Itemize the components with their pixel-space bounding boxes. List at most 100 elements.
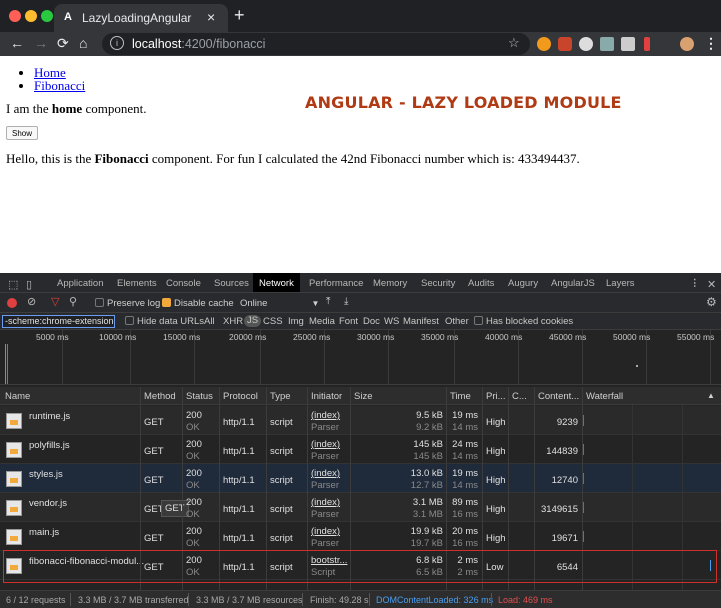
column-header-method[interactable]: Method [144,391,176,402]
home-icon[interactable]: ⌂ [79,35,87,51]
filter-type-font[interactable]: Font [339,316,358,327]
more-menu-icon[interactable]: ⋮ [704,35,718,51]
column-header-priority[interactable]: Pri... [486,391,506,402]
extension-icon[interactable] [579,37,593,51]
request-row[interactable]: runtime.js GET 200 OK http/1.1 script (index) P… [0,406,721,435]
minimize-window-icon[interactable] [25,10,37,22]
site-info-icon[interactable]: i [110,36,124,50]
request-row[interactable]: main.js GET 200 OK http/1.1 script (index) Pars… [0,522,721,551]
address-bar[interactable]: i localhost:4200/fibonacci ☆ [102,33,530,55]
preserve-log-checkbox[interactable]: Preserve log [95,298,160,309]
sort-arrow-icon[interactable]: ▲ [707,391,715,400]
tab-audits[interactable]: Audits [468,278,494,289]
request-name[interactable]: runtime.js [29,411,70,422]
filter-type-js[interactable]: JS [244,315,262,327]
tab-network[interactable]: Network [253,273,300,292]
tab-security[interactable]: Security [421,278,455,289]
request-content-length: 9239 [556,417,578,428]
device-toolbar-icon[interactable]: ▯ [26,278,32,291]
request-row[interactable]: polyfills.js GET 200 OK http/1.1 script (index… [0,435,721,464]
tab-console[interactable]: Console [166,278,201,289]
browser-tab[interactable]: A LazyLoadingAngular × [54,4,228,32]
column-header-status[interactable]: Status [186,391,213,402]
request-row[interactable]: vendor.js GET GET 200 OK http/1.1 script (index… [0,493,721,522]
filter-type-css[interactable]: CSS [263,316,283,327]
column-header-type[interactable]: Type [270,391,291,402]
filter-type-doc[interactable]: Doc [363,316,380,327]
fibonacci-link[interactable]: Fibonacci [34,78,85,93]
filter-type-manifest[interactable]: Manifest [403,316,439,327]
request-priority: High [486,417,506,428]
new-tab-icon[interactable]: + [234,5,245,26]
record-icon[interactable] [7,298,17,308]
request-initiator[interactable]: (index) [311,439,340,450]
throttle-select[interactable]: Online ▼ [240,298,319,309]
column-header-protocol[interactable]: Protocol [223,391,258,402]
request-name[interactable]: fibonacci-fibonacci-modul... [29,556,144,567]
filter-type-xhr[interactable]: XHR [223,316,243,327]
close-tab-icon[interactable]: × [207,9,215,25]
request-name[interactable]: vendor.js [29,498,67,509]
column-header-waterfall[interactable]: Waterfall [586,391,623,402]
extension-icon[interactable] [558,37,572,51]
devtools-menu-icon[interactable]: ⋮ [690,278,700,289]
profile-avatar[interactable] [680,37,694,51]
clear-icon[interactable]: ⊘ [27,295,36,308]
filter-type-all[interactable]: All [204,316,215,327]
export-har-icon[interactable]: ⤓ [344,296,348,307]
request-row[interactable]: fibonacci-fibonacci-modul... GET 200 OK http… [0,551,721,580]
script-file-icon [6,529,22,545]
column-header-initiator[interactable]: Initiator [311,391,342,402]
column-header-name[interactable]: Name [5,391,30,402]
tab-augury[interactable]: Augury [508,278,538,289]
import-har-icon[interactable]: ⤒ [326,296,330,307]
extension-icon[interactable] [600,37,614,51]
request-initiator[interactable]: (index) [311,526,340,537]
search-icon[interactable]: ⚲ [69,295,77,308]
show-button[interactable]: Show [6,126,39,140]
tab-memory[interactable]: Memory [373,278,407,289]
tab-sources[interactable]: Sources [214,278,249,289]
request-status: 200 [186,439,202,450]
close-window-icon[interactable] [9,10,21,22]
request-initiator[interactable]: (index) [311,497,340,508]
blocked-cookies-checkbox[interactable]: Has blocked cookies [474,316,573,327]
column-header-size[interactable]: Size [354,391,372,402]
network-overview-timeline[interactable]: 5000 ms 10000 ms 15000 ms 20000 ms 25000… [0,330,721,385]
filter-type-ws[interactable]: WS [384,316,399,327]
forward-icon[interactable]: → [34,35,48,51]
bookmark-star-icon[interactable]: ☆ [508,35,520,51]
tab-application[interactable]: Application [57,278,103,289]
request-initiator[interactable]: (index) [311,468,340,479]
filter-type-img[interactable]: Img [288,316,304,327]
tab-angularjs[interactable]: AngularJS [551,278,595,289]
filter-input[interactable]: -scheme:chrome-extension [2,315,115,328]
request-name[interactable]: main.js [29,527,59,538]
tab-layers[interactable]: Layers [606,278,635,289]
column-header-content[interactable]: Content... [538,391,579,402]
extension-icon[interactable] [537,37,551,51]
filter-type-other[interactable]: Other [445,316,469,327]
extension-icon[interactable] [644,37,650,51]
request-name[interactable]: polyfills.js [29,440,70,451]
request-initiator[interactable]: bootstr... [311,555,347,566]
disable-cache-checkbox[interactable]: Disable cache [162,298,234,309]
tab-performance[interactable]: Performance [309,278,363,289]
filter-type-media[interactable]: Media [309,316,335,327]
settings-gear-icon[interactable]: ⚙ [706,295,717,309]
filter-icon[interactable]: ▽ [51,295,59,308]
reload-icon[interactable]: ⟳ [57,35,69,51]
back-icon[interactable]: ← [10,35,24,51]
browser-toolbar: ← → ⟳ ⌂ i localhost:4200/fibonacci ☆ ⋮ [0,32,721,56]
request-name[interactable]: styles.js [29,469,63,480]
hide-data-urls-checkbox[interactable]: Hide data URLs [125,316,204,327]
column-header-connection[interactable]: C... [512,391,527,402]
request-initiator[interactable]: (index) [311,410,340,421]
inspect-element-icon[interactable]: ⬚ [8,278,18,291]
maximize-window-icon[interactable] [41,10,53,22]
request-row[interactable]: styles.js GET 200 OK http/1.1 script (index) Pa… [0,464,721,493]
extension-icon[interactable] [621,37,635,51]
column-header-time[interactable]: Time [450,391,471,402]
tab-elements[interactable]: Elements [117,278,157,289]
close-devtools-icon[interactable]: ✕ [707,278,716,291]
